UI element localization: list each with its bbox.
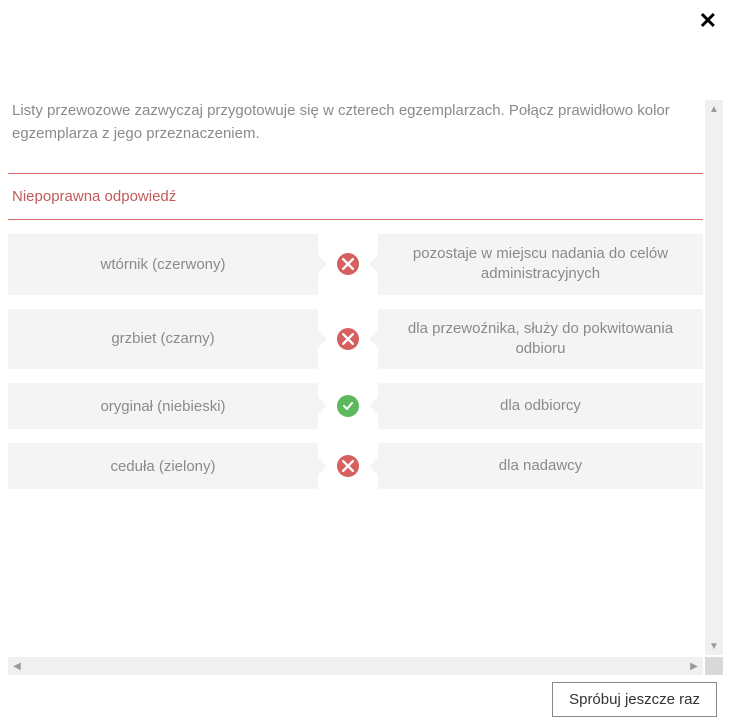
feedback-text: Niepoprawna odpowiedź [8,178,703,215]
divider [8,219,703,220]
scroll-track[interactable] [26,657,685,675]
x-icon [337,328,359,350]
x-icon [337,455,359,477]
scroll-corner [705,657,723,675]
pairs-list: wtórnik (czerwony) pozostaje w miejscu na… [8,234,703,489]
modal-container: ✕ Listy przewozowe zazwyczaj przygotowuj… [0,0,729,725]
match-right-cell[interactable]: dla odbiorcy [378,383,703,429]
scroll-track[interactable] [705,118,723,637]
match-row: oryginał (niebieski) dla odbiorcy [8,383,703,429]
horizontal-scrollbar[interactable]: ◀ ▶ [8,657,703,675]
match-left-cell[interactable]: oryginał (niebieski) [8,383,318,429]
close-button[interactable]: ✕ [699,10,717,32]
scroll-right-icon[interactable]: ▶ [685,657,703,675]
content-wrap: Listy przewozowe zazwyczaj przygotowuje … [8,100,723,675]
match-left-cell[interactable]: grzbiet (czarny) [8,309,318,370]
match-left-cell[interactable]: ceduła (zielony) [8,443,318,489]
question-text: Listy przewozowe zazwyczaj przygotowuje … [8,100,703,169]
match-row: grzbiet (czarny) dla przewoźnika, służy d… [8,309,703,370]
match-row: ceduła (zielony) dla nadawcy [8,443,703,489]
match-right-cell[interactable]: pozostaje w miejscu nadania do celów adm… [378,234,703,295]
scroll-left-icon[interactable]: ◀ [8,657,26,675]
scroll-area: Listy przewozowe zazwyczaj przygotowuje … [8,100,703,655]
divider [8,173,703,174]
vertical-scrollbar[interactable]: ▲ ▼ [705,100,723,655]
match-right-cell[interactable]: dla nadawcy [378,443,703,489]
match-row: wtórnik (czerwony) pozostaje w miejscu na… [8,234,703,295]
match-left-cell[interactable]: wtórnik (czerwony) [8,234,318,295]
scroll-up-icon[interactable]: ▲ [705,100,723,118]
match-right-cell[interactable]: dla przewoźnika, służy do pokwitowania o… [378,309,703,370]
check-icon [337,395,359,417]
retry-button[interactable]: Spróbuj jeszcze raz [552,682,717,717]
x-icon [337,253,359,275]
scroll-down-icon[interactable]: ▼ [705,637,723,655]
footer: Spróbuj jeszcze raz [552,682,717,717]
